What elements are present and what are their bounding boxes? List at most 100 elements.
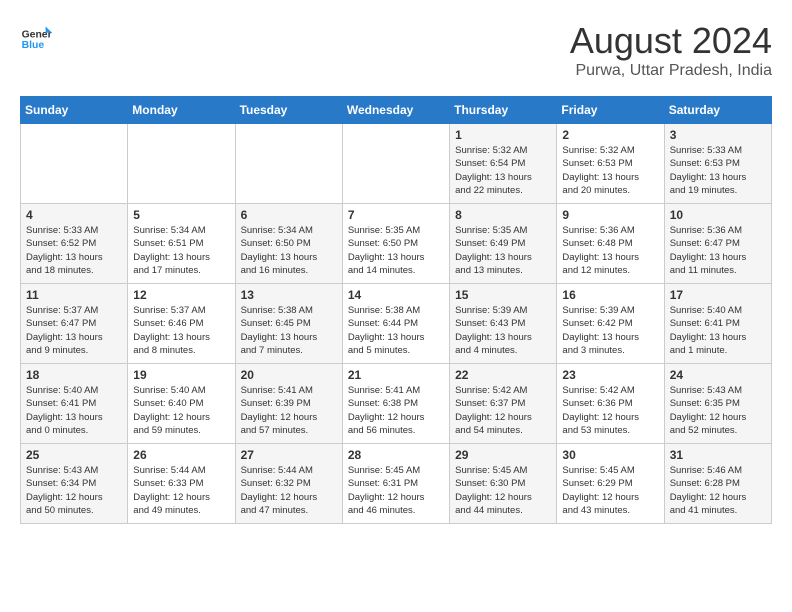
day-info: Sunrise: 5:33 AM Sunset: 6:53 PM Dayligh…	[670, 144, 766, 197]
day-number: 21	[348, 368, 444, 382]
calendar-cell: 17 Sunrise: 5:40 AM Sunset: 6:41 PM Dayli…	[664, 284, 771, 364]
calendar-cell: 7Sunrise: 5:35 AM Sunset: 6:50 PM Daylig…	[342, 204, 449, 284]
col-friday: Friday	[557, 97, 664, 124]
day-number: 16	[562, 288, 658, 302]
day-info: Sunrise: 5:44 AM Sunset: 6:32 PM Dayligh…	[241, 464, 337, 517]
day-number: 26	[133, 448, 229, 462]
day-number: 2	[562, 128, 658, 142]
day-number: 25	[26, 448, 122, 462]
day-number: 6	[241, 208, 337, 222]
day-number: 3	[670, 128, 766, 142]
day-number: 10	[670, 208, 766, 222]
day-number: 4	[26, 208, 122, 222]
calendar-cell	[128, 124, 235, 204]
day-info: Sunrise: 5:41 AM Sunset: 6:38 PM Dayligh…	[348, 384, 444, 437]
day-info: Sunrise: 5:45 AM Sunset: 6:30 PM Dayligh…	[455, 464, 551, 517]
calendar-cell: 2 Sunrise: 5:32 AM Sunset: 6:53 PM Daylig…	[557, 124, 664, 204]
calendar-cell: 30Sunrise: 5:45 AM Sunset: 6:29 PM Dayli…	[557, 444, 664, 524]
day-info: Sunrise: 5:34 AM Sunset: 6:50 PM Dayligh…	[241, 224, 337, 277]
calendar-cell: 12 Sunrise: 5:37 AM Sunset: 6:46 PM Dayli…	[128, 284, 235, 364]
day-info: Sunrise: 5:37 AM Sunset: 6:47 PM Dayligh…	[26, 304, 122, 357]
col-thursday: Thursday	[450, 97, 557, 124]
calendar-cell: 8 Sunrise: 5:35 AM Sunset: 6:49 PM Daylig…	[450, 204, 557, 284]
calendar-cell: 6 Sunrise: 5:34 AM Sunset: 6:50 PM Daylig…	[235, 204, 342, 284]
col-tuesday: Tuesday	[235, 97, 342, 124]
day-info: Sunrise: 5:45 AM Sunset: 6:31 PM Dayligh…	[348, 464, 444, 517]
calendar-cell: 5Sunrise: 5:34 AM Sunset: 6:51 PM Daylig…	[128, 204, 235, 284]
day-number: 12	[133, 288, 229, 302]
calendar-cell: 11 Sunrise: 5:37 AM Sunset: 6:47 PM Dayli…	[21, 284, 128, 364]
header-row: Sunday Monday Tuesday Wednesday Thursday…	[21, 97, 772, 124]
day-number: 9	[562, 208, 658, 222]
day-info: Sunrise: 5:40 AM Sunset: 6:40 PM Dayligh…	[133, 384, 229, 437]
svg-text:Blue: Blue	[22, 40, 45, 51]
day-info: Sunrise: 5:32 AM Sunset: 6:53 PM Dayligh…	[562, 144, 658, 197]
day-info: Sunrise: 5:46 AM Sunset: 6:28 PM Dayligh…	[670, 464, 766, 517]
logo: General Blue	[20, 20, 52, 52]
calendar-cell: 9 Sunrise: 5:36 AM Sunset: 6:48 PM Daylig…	[557, 204, 664, 284]
day-number: 5	[133, 208, 229, 222]
calendar-cell: 4 Sunrise: 5:33 AM Sunset: 6:52 PM Daylig…	[21, 204, 128, 284]
day-number: 11	[26, 288, 122, 302]
day-info: Sunrise: 5:38 AM Sunset: 6:44 PM Dayligh…	[348, 304, 444, 357]
day-number: 29	[455, 448, 551, 462]
calendar-week-4: 18Sunrise: 5:40 AM Sunset: 6:41 PM Dayli…	[21, 364, 772, 444]
day-info: Sunrise: 5:35 AM Sunset: 6:49 PM Dayligh…	[455, 224, 551, 277]
day-info: Sunrise: 5:36 AM Sunset: 6:48 PM Dayligh…	[562, 224, 658, 277]
calendar-cell: 22Sunrise: 5:42 AM Sunset: 6:37 PM Dayli…	[450, 364, 557, 444]
day-number: 1	[455, 128, 551, 142]
calendar-week-3: 11 Sunrise: 5:37 AM Sunset: 6:47 PM Dayli…	[21, 284, 772, 364]
calendar-week-1: 1 Sunrise: 5:32 AM Sunset: 6:54 PM Daylig…	[21, 124, 772, 204]
day-info: Sunrise: 5:43 AM Sunset: 6:35 PM Dayligh…	[670, 384, 766, 437]
calendar-cell: 25 Sunrise: 5:43 AM Sunset: 6:34 PM Dayli…	[21, 444, 128, 524]
calendar-week-2: 4 Sunrise: 5:33 AM Sunset: 6:52 PM Daylig…	[21, 204, 772, 284]
calendar-cell: 26 Sunrise: 5:44 AM Sunset: 6:33 PM Dayli…	[128, 444, 235, 524]
day-info: Sunrise: 5:44 AM Sunset: 6:33 PM Dayligh…	[133, 464, 229, 517]
day-number: 18	[26, 368, 122, 382]
month-year: August 2024	[570, 20, 772, 62]
calendar-cell: 21 Sunrise: 5:41 AM Sunset: 6:38 PM Dayli…	[342, 364, 449, 444]
calendar-cell: 14 Sunrise: 5:38 AM Sunset: 6:44 PM Dayli…	[342, 284, 449, 364]
day-number: 14	[348, 288, 444, 302]
day-number: 23	[562, 368, 658, 382]
calendar-cell: 27 Sunrise: 5:44 AM Sunset: 6:32 PM Dayli…	[235, 444, 342, 524]
day-info: Sunrise: 5:41 AM Sunset: 6:39 PM Dayligh…	[241, 384, 337, 437]
day-info: Sunrise: 5:32 AM Sunset: 6:54 PM Dayligh…	[455, 144, 551, 197]
calendar-cell: 13 Sunrise: 5:38 AM Sunset: 6:45 PM Dayli…	[235, 284, 342, 364]
day-info: Sunrise: 5:45 AM Sunset: 6:29 PM Dayligh…	[562, 464, 658, 517]
day-info: Sunrise: 5:37 AM Sunset: 6:46 PM Dayligh…	[133, 304, 229, 357]
calendar-table: Sunday Monday Tuesday Wednesday Thursday…	[20, 96, 772, 524]
day-number: 13	[241, 288, 337, 302]
day-number: 27	[241, 448, 337, 462]
day-number: 17	[670, 288, 766, 302]
col-saturday: Saturday	[664, 97, 771, 124]
day-info: Sunrise: 5:43 AM Sunset: 6:34 PM Dayligh…	[26, 464, 122, 517]
col-monday: Monday	[128, 97, 235, 124]
location: Purwa, Uttar Pradesh, India	[570, 62, 772, 80]
calendar-cell: 28Sunrise: 5:45 AM Sunset: 6:31 PM Dayli…	[342, 444, 449, 524]
day-info: Sunrise: 5:33 AM Sunset: 6:52 PM Dayligh…	[26, 224, 122, 277]
day-number: 8	[455, 208, 551, 222]
calendar-cell: 1 Sunrise: 5:32 AM Sunset: 6:54 PM Daylig…	[450, 124, 557, 204]
logo-icon: General Blue	[20, 20, 52, 52]
calendar-cell: 23 Sunrise: 5:42 AM Sunset: 6:36 PM Dayli…	[557, 364, 664, 444]
day-info: Sunrise: 5:42 AM Sunset: 6:36 PM Dayligh…	[562, 384, 658, 437]
calendar-cell	[235, 124, 342, 204]
page-header: General Blue August 2024 Purwa, Uttar Pr…	[20, 20, 772, 80]
col-sunday: Sunday	[21, 97, 128, 124]
day-info: Sunrise: 5:42 AM Sunset: 6:37 PM Dayligh…	[455, 384, 551, 437]
calendar-cell: 10 Sunrise: 5:36 AM Sunset: 6:47 PM Dayli…	[664, 204, 771, 284]
calendar-cell: 20Sunrise: 5:41 AM Sunset: 6:39 PM Dayli…	[235, 364, 342, 444]
calendar-cell: 24Sunrise: 5:43 AM Sunset: 6:35 PM Dayli…	[664, 364, 771, 444]
calendar-cell: 29 Sunrise: 5:45 AM Sunset: 6:30 PM Dayli…	[450, 444, 557, 524]
day-info: Sunrise: 5:39 AM Sunset: 6:43 PM Dayligh…	[455, 304, 551, 357]
day-info: Sunrise: 5:40 AM Sunset: 6:41 PM Dayligh…	[670, 304, 766, 357]
day-info: Sunrise: 5:38 AM Sunset: 6:45 PM Dayligh…	[241, 304, 337, 357]
calendar-cell: 3 Sunrise: 5:33 AM Sunset: 6:53 PM Daylig…	[664, 124, 771, 204]
day-info: Sunrise: 5:36 AM Sunset: 6:47 PM Dayligh…	[670, 224, 766, 277]
day-number: 7	[348, 208, 444, 222]
calendar-cell: 15 Sunrise: 5:39 AM Sunset: 6:43 PM Dayli…	[450, 284, 557, 364]
calendar-cell	[342, 124, 449, 204]
day-number: 15	[455, 288, 551, 302]
calendar-week-5: 25 Sunrise: 5:43 AM Sunset: 6:34 PM Dayli…	[21, 444, 772, 524]
